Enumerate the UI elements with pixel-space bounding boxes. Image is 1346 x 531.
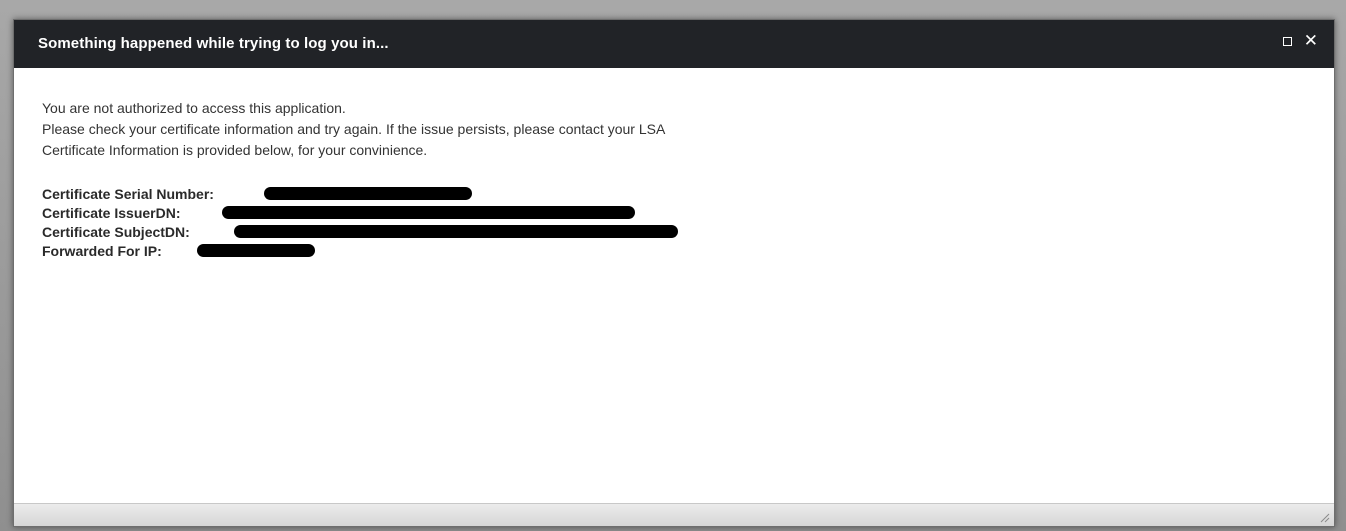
certificate-info-block: Certificate Serial Number: Certificate I… <box>42 185 1306 261</box>
dialog-titlebar[interactable]: Something happened while trying to log y… <box>14 20 1334 68</box>
resize-grip-icon[interactable] <box>1318 511 1330 523</box>
redacted-issuer-value <box>222 206 635 219</box>
close-icon[interactable]: ✕ <box>1304 32 1318 49</box>
dialog-footer-bar <box>14 503 1334 526</box>
certificate-issuer-row: Certificate IssuerDN: <box>42 204 1306 223</box>
window-controls: ✕ <box>1282 32 1318 49</box>
certificate-subject-label: Certificate SubjectDN: <box>42 224 190 240</box>
dialog-title: Something happened while trying to log y… <box>38 35 389 52</box>
certificate-serial-row: Certificate Serial Number: <box>42 185 1306 204</box>
redacted-ip-value <box>197 244 315 257</box>
dialog-content: You are not authorized to access this ap… <box>42 98 1306 261</box>
forwarded-ip-row: Forwarded For IP: <box>42 242 1306 261</box>
redacted-serial-value <box>264 187 472 200</box>
certificate-serial-label: Certificate Serial Number: <box>42 186 214 202</box>
redacted-subject-value <box>234 225 678 238</box>
forwarded-ip-label: Forwarded For IP: <box>42 243 162 259</box>
certificate-issuer-label: Certificate IssuerDN: <box>42 205 181 221</box>
message-line-certificate-info: Certificate Information is provided belo… <box>42 142 428 158</box>
message-line-check-certificate: Please check your certificate informatio… <box>42 121 666 137</box>
message-line-unauthorized: You are not authorized to access this ap… <box>42 100 346 116</box>
login-error-dialog: Something happened while trying to log y… <box>13 19 1335 527</box>
certificate-subject-row: Certificate SubjectDN: <box>42 223 1306 242</box>
maximize-icon[interactable] <box>1282 36 1292 46</box>
